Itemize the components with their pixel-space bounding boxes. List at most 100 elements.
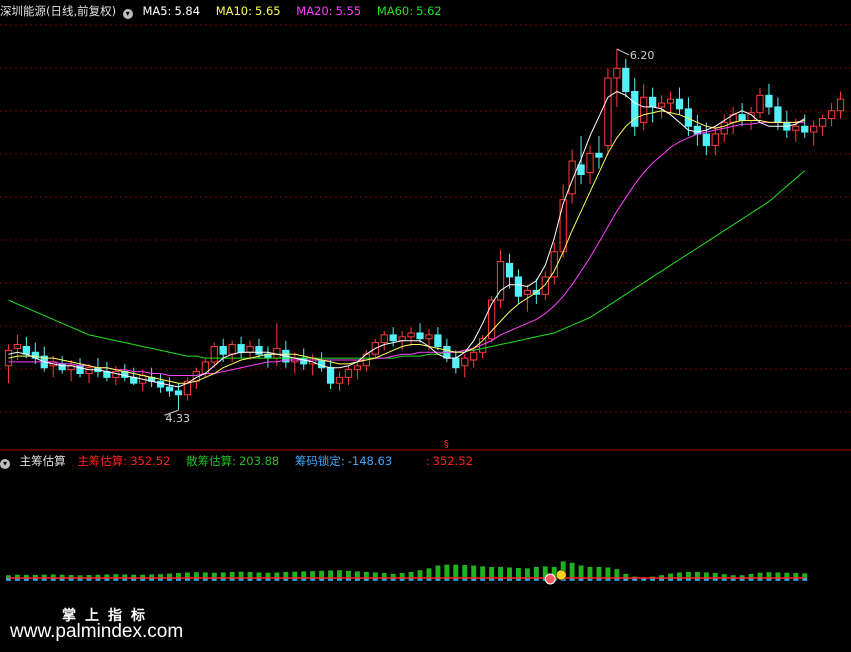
candle-up <box>550 251 558 278</box>
retail-chip-bar <box>193 572 199 578</box>
retail-chip-bar <box>229 571 235 578</box>
candle-up <box>640 96 648 123</box>
stock-chart[interactable]: 6.20 4.33 § <box>0 0 851 652</box>
retail-chip-bar <box>515 568 521 578</box>
low-price-label: 4.33 <box>165 412 190 425</box>
retail-chip-bar <box>301 571 307 578</box>
candle-up <box>836 98 845 112</box>
candle-up <box>810 125 818 133</box>
candle-down <box>622 67 630 92</box>
retail-chip-bar <box>444 564 450 578</box>
indicator-title: 主筹估算 <box>19 454 66 468</box>
candle-up <box>792 125 800 131</box>
retail-chip-bar <box>319 570 325 578</box>
retail-chip-bar <box>685 571 691 578</box>
candle-down <box>702 133 710 147</box>
candle-up <box>85 367 93 375</box>
retail-chip-bar <box>533 566 539 578</box>
retail-chip-bar <box>569 562 575 578</box>
candle-down <box>514 276 523 297</box>
candle-down <box>738 114 746 121</box>
retail-chip-bar <box>480 566 486 578</box>
retail-chip-bar <box>426 568 432 578</box>
stock-title: 深圳能源(日线,前复权) <box>0 4 117 18</box>
retail-chip-bar <box>489 566 495 578</box>
candle-up <box>568 160 576 195</box>
retail-chip-bar <box>694 571 700 578</box>
candle-up <box>380 334 388 344</box>
retail-chip-legend: 散筹估算: 203.88 <box>186 454 280 468</box>
retail-chip-bar <box>453 564 459 578</box>
signal-icon <box>544 573 556 585</box>
retail-chip-bar <box>408 571 414 578</box>
candle-down <box>174 390 183 396</box>
candle-up <box>586 152 594 174</box>
retail-chip-bar <box>578 565 584 578</box>
retail-chip-bar <box>274 572 280 578</box>
candle-down <box>58 363 66 371</box>
retail-chip-bar <box>677 572 682 578</box>
candle-up <box>13 344 22 349</box>
retail-chip-bar <box>211 572 217 578</box>
candle-up <box>604 77 612 147</box>
retail-chip-bar <box>265 572 271 578</box>
retail-chip-bar <box>596 566 602 578</box>
high-marker <box>616 48 630 56</box>
retail-chip-bar <box>766 572 772 578</box>
retail-chip-bar <box>328 570 334 578</box>
retail-chip-bar <box>283 571 289 578</box>
candle-down <box>434 334 442 347</box>
retail-chip-bar <box>238 571 244 578</box>
retail-chip-bar <box>354 571 360 578</box>
candle-down <box>505 262 514 278</box>
candle-up <box>657 102 666 108</box>
retail-chip-bar <box>184 572 190 578</box>
retail-chip-bar <box>524 568 530 578</box>
retail-chip-bar <box>310 571 316 578</box>
candle-down <box>765 94 773 108</box>
ma10-legend: MA10: 5.65 <box>215 4 281 18</box>
retail-chip-bar <box>417 570 423 578</box>
locked-chip-legend: 筹码锁定: -148.63 <box>294 454 393 468</box>
candle-up <box>461 357 469 367</box>
candle-down <box>452 357 460 369</box>
retail-chip-bar <box>256 572 262 578</box>
candle-up <box>228 344 236 355</box>
candle-down <box>649 96 657 108</box>
retail-chip-bar <box>435 565 441 578</box>
retail-chip-bar <box>345 570 351 578</box>
ma10-line <box>8 110 805 384</box>
ma60-legend: MA60: 5.62 <box>376 4 442 18</box>
candle-down <box>237 344 245 353</box>
candle-down <box>693 125 702 135</box>
ma5-line <box>8 90 805 388</box>
ma20-line <box>8 121 805 376</box>
signal-marker: § <box>444 439 449 450</box>
candle-up <box>470 351 478 361</box>
retail-chip-bar <box>757 572 763 578</box>
candle-up <box>756 94 764 114</box>
candle-up <box>613 67 621 79</box>
indicator-panel-header: ▾ 主筹估算 主筹估算: 352.52 散筹估算: 203.88 筹码锁定: -148… <box>0 453 485 469</box>
chevron-down-icon[interactable]: ▾ <box>0 459 10 469</box>
candle-down <box>577 164 585 176</box>
candle-down <box>219 345 227 355</box>
ma20-legend: MA20: 5.55 <box>296 4 362 18</box>
candle-up <box>819 118 827 127</box>
candle-up <box>523 289 532 295</box>
retail-chip-bar <box>372 572 378 578</box>
candle-up <box>541 276 549 295</box>
candle-down <box>801 125 809 133</box>
candle-up <box>335 376 344 384</box>
retail-chip-bar <box>202 572 208 578</box>
retail-chip-bar <box>220 572 226 578</box>
candle-up <box>407 332 415 338</box>
retail-chip-bar <box>775 572 781 578</box>
price-panel-header: 深圳能源(日线,前复权) ▾ MA5: 5.84 MA10: 5.65 MA20: 5… <box>0 3 454 19</box>
candle-down <box>416 332 424 340</box>
candle-up <box>666 98 675 104</box>
candle-up <box>827 110 836 120</box>
candle-down <box>389 334 397 342</box>
extra-legend: :352.52 <box>425 454 473 468</box>
chevron-down-icon[interactable]: ▾ <box>122 9 133 19</box>
